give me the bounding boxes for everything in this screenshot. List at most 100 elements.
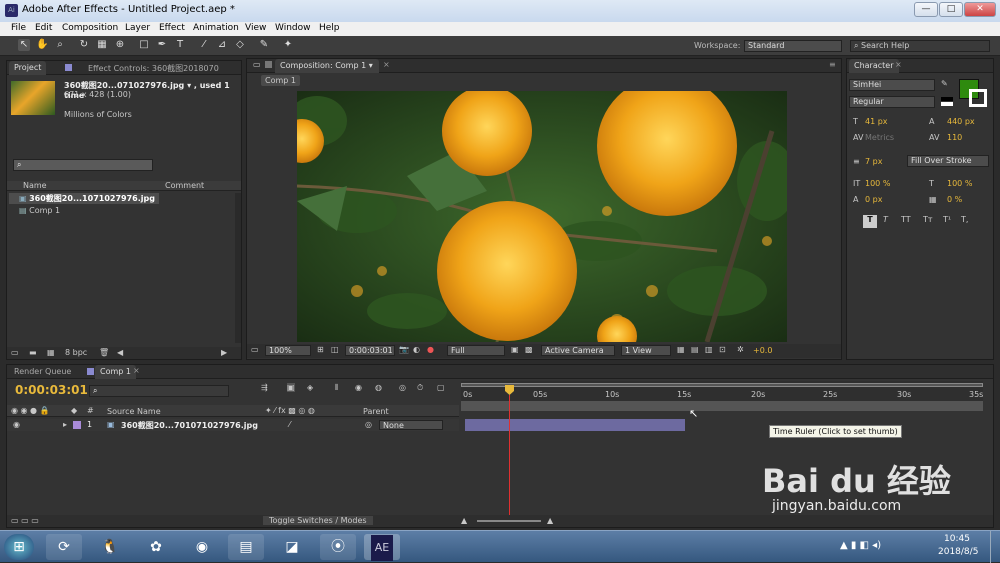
list-item[interactable]: ▣ 360截图20...1071027976.jpg (9, 193, 159, 204)
live-update-icon[interactable]: ▢ (437, 383, 445, 392)
graph-editor-icon[interactable]: ◎ (399, 383, 406, 392)
parent-select[interactable]: None (379, 420, 443, 430)
tab-composition[interactable]: Composition: Comp 1 ▾ (275, 59, 379, 73)
tab-project[interactable]: Project (9, 61, 47, 75)
360-browser-icon[interactable]: ⟳ (46, 534, 82, 560)
maximize-button[interactable]: □ (939, 2, 963, 17)
timeline-current-time[interactable]: 0:00:03:01 (15, 383, 88, 397)
scroll-left-icon[interactable]: ◀ (117, 348, 123, 357)
stroke-mode-select[interactable]: Fill Over Stroke (907, 155, 989, 167)
explorer-icon[interactable]: ▤ (228, 534, 264, 560)
font-size-value[interactable]: 41 px (865, 117, 888, 126)
font-style-select[interactable]: Regular (849, 96, 935, 108)
frame-blending-icon[interactable]: ⫴ (335, 383, 338, 393)
close-tab-icon[interactable]: × (133, 366, 140, 375)
menu-animation[interactable]: Animation (193, 23, 239, 33)
fast-preview-icon[interactable]: ▤ (691, 345, 699, 354)
lock-icon[interactable]: ▭ (253, 60, 261, 69)
tab-effect-controls[interactable]: Effect Controls: 360截图2018070 (83, 61, 223, 75)
search-help-input[interactable]: ⌕ Search Help (850, 40, 990, 52)
small-caps-button[interactable]: Tт (923, 215, 933, 224)
baseline-shift-value[interactable]: 0 px (865, 195, 882, 204)
menu-file[interactable]: File (11, 23, 26, 33)
puppet-tool-icon[interactable]: ✦ (282, 39, 294, 51)
roto-brush-icon[interactable]: ✎ (258, 39, 270, 51)
leading-value[interactable]: 440 px (947, 117, 975, 126)
project-search-input[interactable]: ⌕ (13, 159, 153, 171)
tab-comp-1[interactable]: Comp 1 (95, 365, 136, 379)
stroke-color-swatch[interactable] (969, 89, 987, 107)
time-ruler[interactable]: 0s 05s 10s 15s 20s 25s 30s 35s (461, 381, 983, 411)
view-layout-select[interactable]: 1 View (621, 345, 671, 356)
expand-icon[interactable]: ▸ (63, 420, 67, 429)
time-navigator[interactable] (461, 401, 983, 411)
zoom-slider[interactable] (477, 520, 541, 522)
col-source-name[interactable]: Source Name (107, 407, 161, 416)
all-caps-button[interactable]: TT (901, 215, 911, 224)
rotate-tool-icon[interactable]: ↻ (78, 39, 90, 51)
eyedropper-icon[interactable]: ✎ (941, 79, 948, 88)
show-snapshot-icon[interactable]: ◐ (413, 345, 420, 354)
toggle-switches-modes-button[interactable]: Toggle Switches / Modes (263, 516, 373, 525)
faux-bold-button[interactable]: T (863, 215, 877, 228)
resolution-select[interactable]: Full (447, 345, 505, 356)
current-time-field[interactable]: 0:00:03:01 (345, 345, 395, 356)
kerning-value[interactable]: Metrics (865, 133, 894, 142)
close-tab-icon[interactable]: × (383, 60, 390, 69)
close-tab-icon[interactable]: × (895, 60, 902, 69)
mask-icon[interactable]: ◫ (331, 345, 339, 354)
clone-tool-icon[interactable]: ⊿ (216, 39, 228, 51)
timeline-icon[interactable]: ▥ (705, 345, 713, 354)
eraser-tool-icon[interactable]: ◇ (234, 39, 246, 51)
hide-shy-icon[interactable]: ◈ (307, 383, 313, 392)
work-area-bar[interactable] (461, 383, 983, 387)
always-preview-icon[interactable]: ▭ (251, 345, 259, 354)
menu-composition[interactable]: Composition (62, 23, 118, 33)
quality-switch-icon[interactable]: ⁄ (289, 420, 290, 429)
hand-tool-icon[interactable]: ✋ (36, 39, 48, 51)
start-button[interactable]: ⊞ (4, 534, 34, 560)
auto-keyframe-icon[interactable]: ⏱ (417, 383, 423, 393)
qq-icon[interactable]: 🐧 (92, 534, 128, 560)
exposure-value[interactable]: +0.0 (753, 346, 772, 355)
type-tool-icon[interactable]: T (174, 39, 186, 51)
grid-icon[interactable]: ⊞ (317, 345, 324, 354)
workspace-select[interactable]: Standard (744, 40, 842, 52)
show-desktop-button[interactable] (990, 531, 1000, 563)
brainstorm-icon[interactable]: ◍ (375, 383, 382, 392)
visibility-icon[interactable]: ◉ (13, 420, 20, 429)
superscript-button[interactable]: T¹ (943, 215, 951, 224)
layer-name[interactable]: 360截图20...701071027976.jpg (121, 420, 258, 431)
flowchart-icon[interactable]: ⊡ (719, 345, 726, 354)
pan-behind-tool-icon[interactable]: ⊕ (114, 39, 126, 51)
project-scrollbar[interactable] (235, 193, 241, 343)
toggle-pixel-icon[interactable]: ▦ (677, 345, 685, 354)
snapshot-icon[interactable]: 📷 (399, 345, 409, 354)
recorder-icon[interactable]: ⦿ (320, 534, 356, 560)
interpret-icon[interactable]: ▭ (11, 348, 19, 357)
table-row[interactable]: ◉ ▸ 1 ▣ 360截图20...701071027976.jpg ⁄ ◎ N… (7, 419, 459, 431)
rectangle-tool-icon[interactable]: □ (138, 39, 150, 51)
stroke-width-value[interactable]: 7 px (865, 157, 882, 166)
menu-layer[interactable]: Layer (125, 23, 150, 33)
composition-mini-flowchart-icon[interactable]: ⇶ (261, 383, 268, 392)
selection-tool-icon[interactable]: ↖ (18, 39, 30, 51)
col-parent[interactable]: Parent (363, 407, 389, 416)
font-family-select[interactable]: SimHei (849, 79, 935, 91)
zoom-tool-icon[interactable]: ⌕ (54, 39, 66, 51)
exposure-icon[interactable]: ✲ (737, 345, 744, 354)
timeline-search-input[interactable]: ⌕ (89, 385, 229, 397)
pickwhip-icon[interactable]: ◎ (365, 420, 372, 429)
new-comp-icon[interactable]: ▦ (47, 348, 55, 357)
trash-icon[interactable]: 🗑 (99, 348, 109, 357)
scroll-right-icon[interactable]: ▶ (221, 348, 227, 357)
media-icon[interactable]: ✿ (138, 534, 174, 560)
vertical-scale-value[interactable]: 100 % (865, 179, 890, 188)
pen-tool-icon[interactable]: ✒ (156, 39, 168, 51)
subscript-button[interactable]: T, (961, 215, 968, 224)
brush-tool-icon[interactable]: ⁄ (198, 39, 210, 51)
col-comment[interactable]: Comment (165, 181, 204, 190)
layer-switches-icon[interactable]: ▭ ▭ ▭ (11, 516, 39, 525)
clock-date[interactable]: 2018/8/5 (938, 547, 978, 557)
menu-help[interactable]: Help (319, 23, 340, 33)
